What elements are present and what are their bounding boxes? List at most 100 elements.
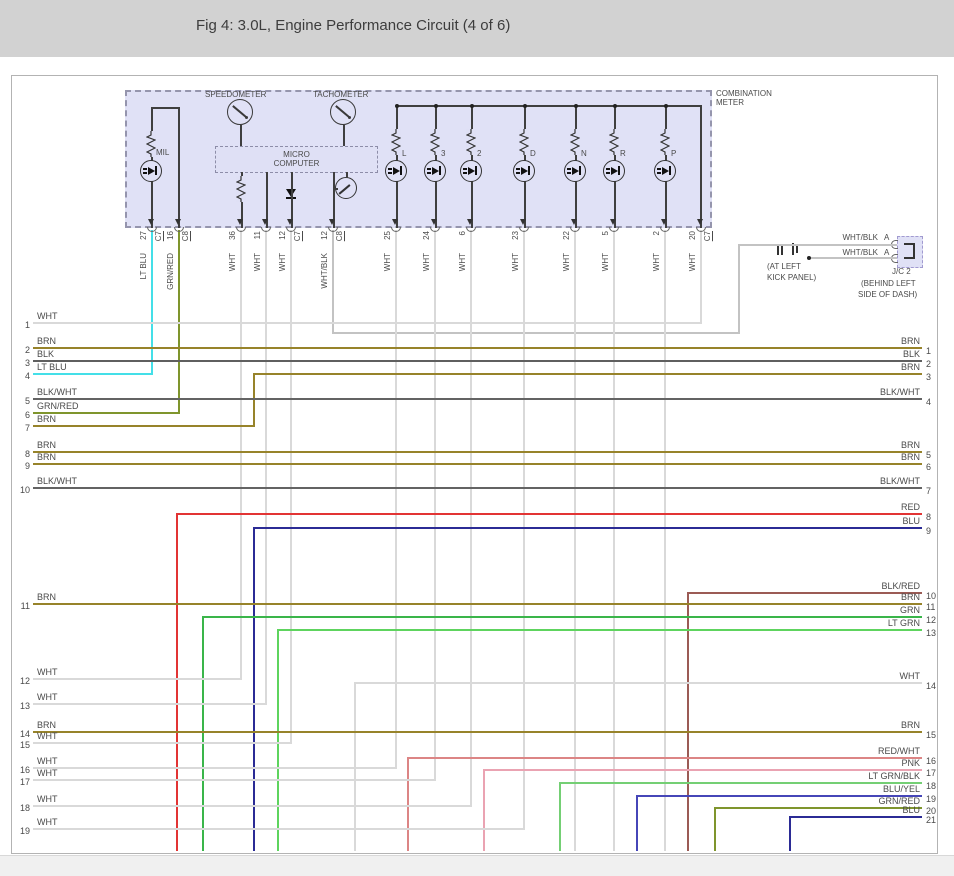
pin-number: 20 (688, 231, 697, 240)
wire-segment (33, 347, 922, 349)
ground-icon (781, 246, 783, 255)
resistor-icon (518, 129, 530, 155)
wire-segment (346, 172, 348, 178)
wire-color-label: WHT (37, 667, 58, 677)
wire-color-label: BLK/WHT (37, 387, 78, 397)
wire-segment (354, 682, 922, 684)
combination-meter-label-line2: METER (716, 98, 744, 107)
indicator-lamp-icon (140, 160, 162, 182)
pin-wire-color-label: WHT (688, 253, 697, 272)
pin-arrow-icon (237, 219, 243, 225)
pin-arrow-icon (287, 219, 293, 225)
circuit-number: 15 (19, 740, 30, 750)
circuit-number: 1 (926, 346, 932, 356)
circuit-number: 9 (24, 461, 30, 471)
pin-wire-color-label: WHT (422, 253, 431, 272)
jc-wire-label-bottom: WHT/BLK (842, 248, 878, 257)
micro-computer-line2: COMPUTER (273, 159, 320, 168)
pin-number: 12 (320, 231, 329, 240)
indicator-label: R (620, 149, 626, 158)
wire-segment (33, 767, 397, 769)
wire-color-label: GRN/RED (37, 401, 79, 411)
ground-icon (796, 245, 798, 253)
circuit-number: 17 (926, 768, 937, 778)
circuit-number: 12 (19, 676, 30, 686)
wire-segment (33, 425, 255, 427)
wire-segment (253, 527, 255, 851)
circuit-number: 13 (926, 628, 937, 638)
circuit-number: 11 (926, 602, 936, 612)
combination-meter-box (125, 90, 712, 228)
wire-segment (277, 629, 922, 631)
wire-segment (202, 616, 922, 618)
pin-arrow-icon (661, 219, 667, 225)
gauge-needle-icon (348, 116, 351, 119)
wire-color-label: WHT (37, 768, 58, 778)
indicator-label: P (671, 149, 677, 158)
wire-color-label: BRN (900, 452, 920, 462)
pin-number: 27 (139, 231, 148, 240)
wire-color-label: BLU (902, 805, 920, 815)
wire-color-label: BLK (902, 349, 920, 359)
wire-color-label: BRN (900, 440, 920, 450)
wire-color-label: BRN (900, 362, 920, 372)
wire-segment (33, 451, 922, 453)
wire-segment (33, 828, 525, 830)
connector-id: C7 (293, 231, 302, 242)
circuit-number: 2 (926, 359, 932, 369)
mil-label: MIL (156, 148, 170, 157)
pin-wire-color-label: WHT (383, 253, 392, 272)
kick-panel-label-line2: KICK PANEL) (767, 273, 817, 282)
wire-segment (523, 230, 525, 830)
pin-wire-color-label: WHT/BLK (320, 253, 329, 289)
connector-id: C8 (181, 231, 190, 242)
pin-arrow-icon (610, 219, 616, 225)
horizontal-scrollbar[interactable] (0, 855, 954, 876)
pin-number: 12 (278, 231, 287, 240)
indicator-label: N (581, 149, 587, 158)
resistor-icon (429, 129, 441, 155)
wire-segment (714, 807, 716, 851)
circuit-number: 15 (926, 730, 937, 740)
pin-number: 11 (253, 231, 262, 240)
circuit-number: 13 (19, 701, 30, 711)
gauge-needle-icon (245, 116, 248, 119)
wire-segment (33, 603, 922, 605)
wire-segment (396, 105, 702, 107)
ground-icon (777, 246, 779, 255)
wire-color-label: BLK (37, 349, 55, 359)
jc-location-line2: SIDE OF DASH) (858, 290, 918, 299)
wire-segment (202, 616, 204, 851)
wire-segment (33, 398, 922, 400)
wire-segment (253, 373, 922, 375)
wire-segment (33, 703, 267, 705)
resistor-icon (145, 131, 157, 157)
wire-segment (33, 463, 922, 465)
indicator-lamp-icon (385, 160, 407, 182)
circuit-number: 2 (24, 345, 30, 355)
circuit-number: 1 (24, 320, 30, 330)
circuit-number: 8 (926, 512, 932, 522)
pin-arrow-icon (520, 219, 526, 225)
indicator-lamp-icon (424, 160, 446, 182)
wire-color-label: WHT (37, 731, 58, 741)
circuit-number: 11 (20, 601, 30, 611)
wire-segment (636, 795, 638, 851)
pin-wire-color-label: WHT (511, 253, 520, 272)
wire-color-label: BRN (37, 720, 57, 730)
indicator-label: L (402, 149, 407, 158)
combination-meter-label: COMBINATION METER (716, 89, 772, 107)
wire-segment (434, 230, 436, 781)
wire-color-label: BLK/WHT (879, 387, 920, 397)
diagram-canvas: COMBINATION METER MICRO COMPUTER WHT/BLK… (0, 0, 954, 876)
wire-color-label: WHT (37, 817, 58, 827)
junction-dot (807, 256, 811, 260)
wire-segment (483, 769, 485, 851)
jc-wire-label-top: WHT/BLK (842, 233, 878, 242)
circuit-number: 4 (24, 371, 30, 381)
wire-color-label: WHT (37, 311, 58, 321)
pin-arrow-icon (262, 219, 268, 225)
wire-segment (151, 230, 153, 375)
wire-segment (395, 230, 397, 769)
pin-wire-color-label: WHT (228, 253, 237, 272)
